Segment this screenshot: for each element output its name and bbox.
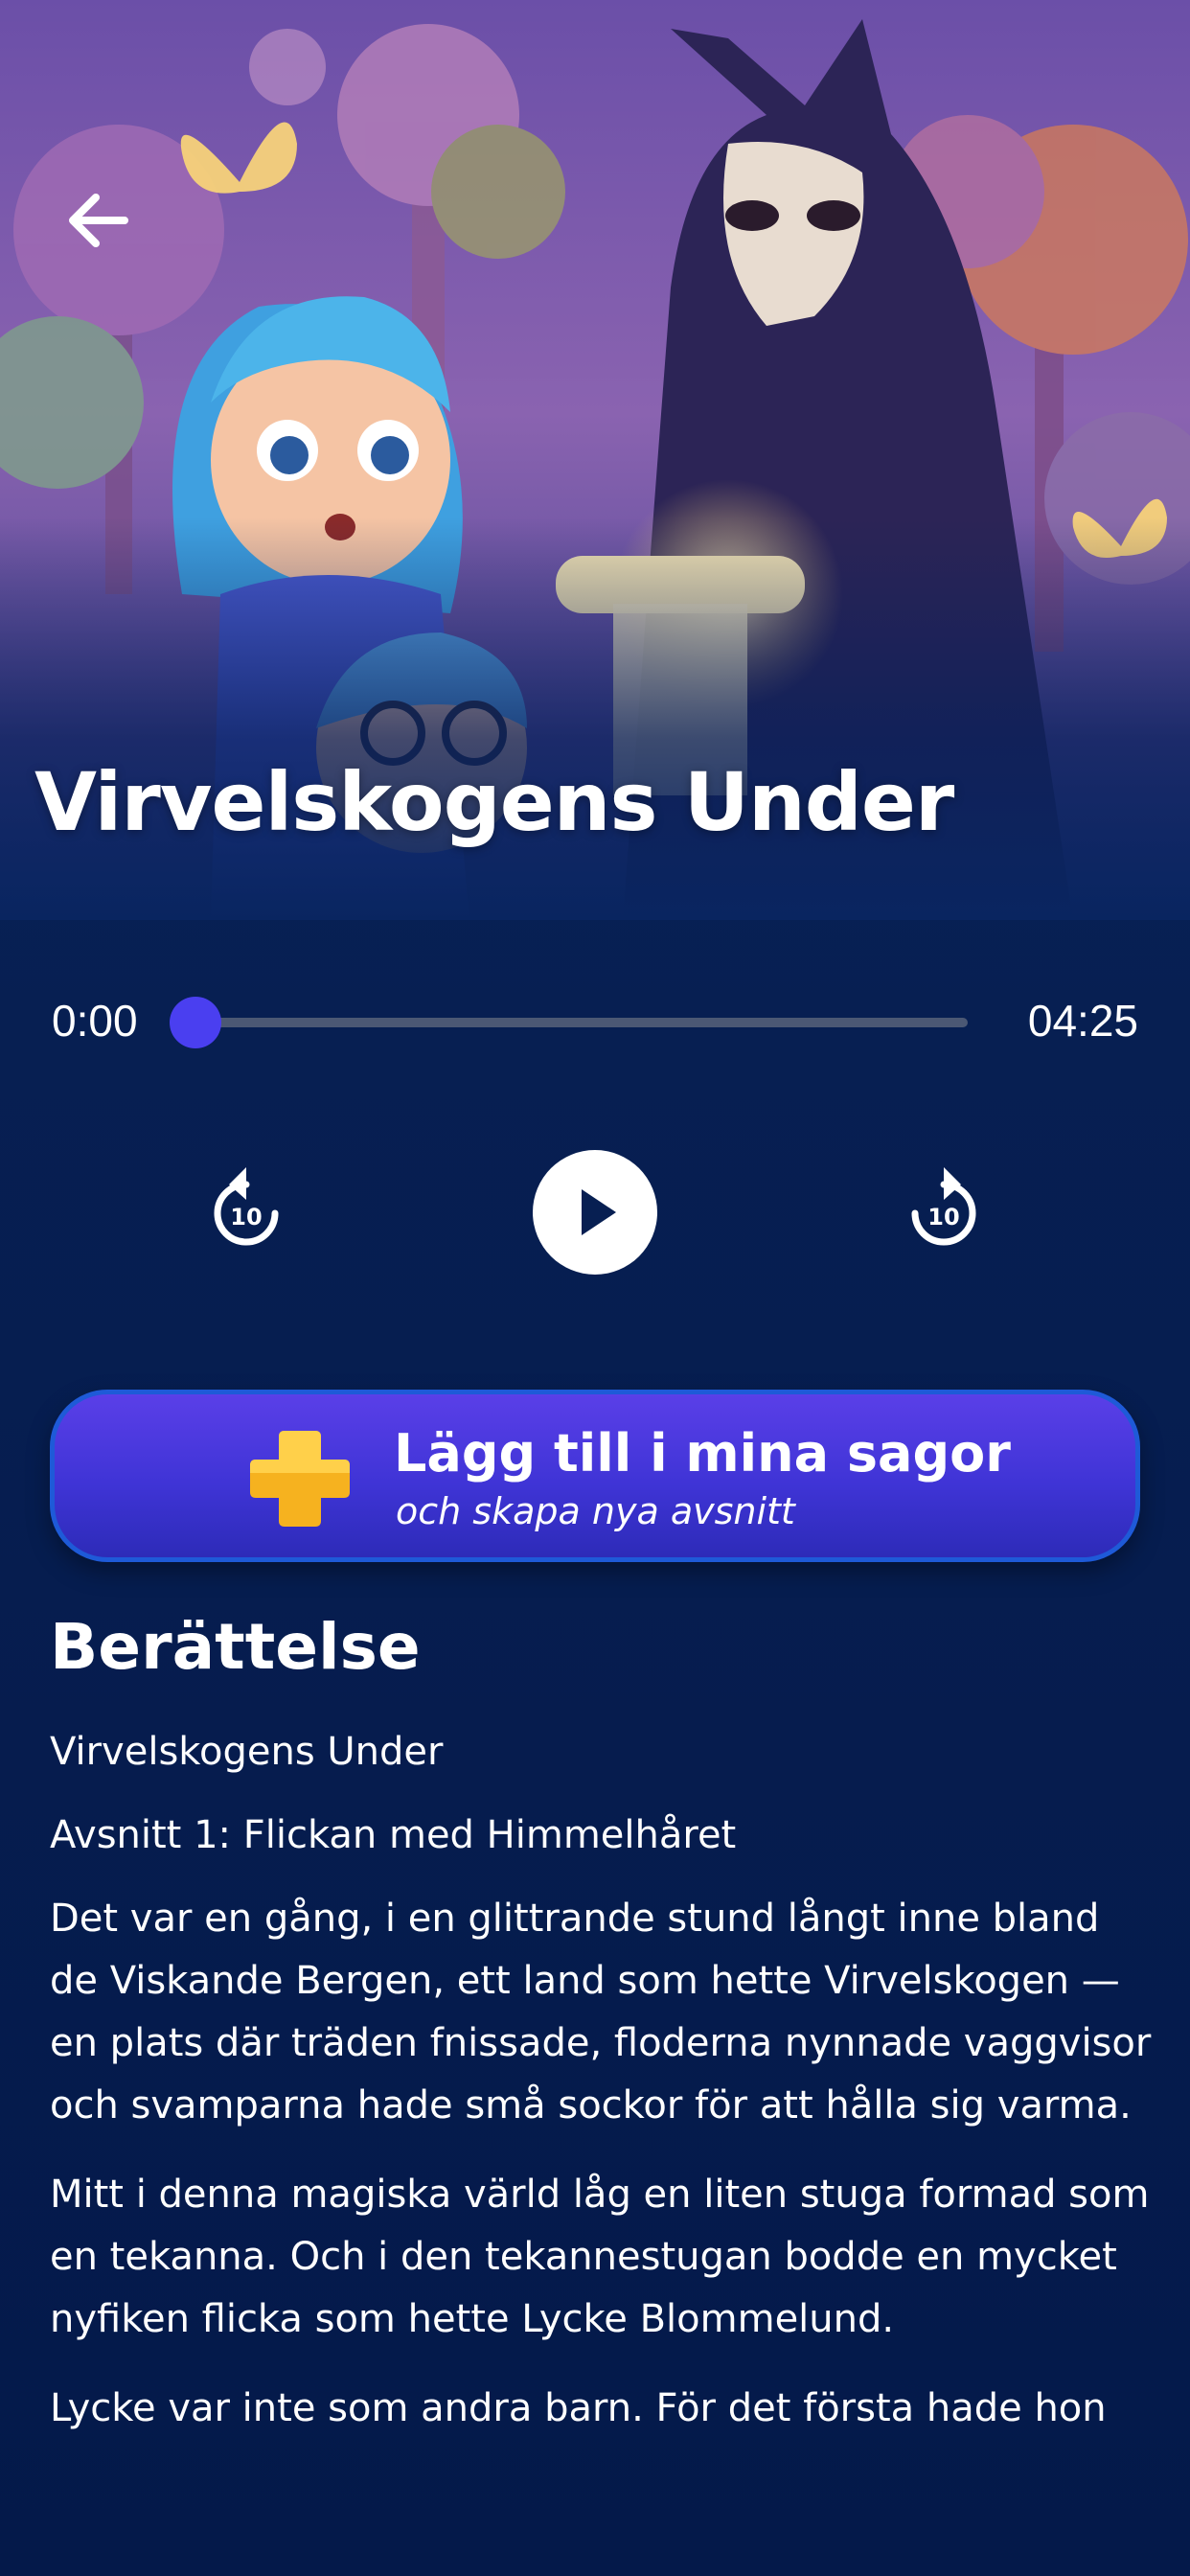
add-to-my-stories-button[interactable]: Lägg till i mina sagor och skapa nya avs… [50, 1390, 1140, 1562]
story-paragraph: Avsnitt 1: Flickan med Himmelhåret [50, 1813, 737, 1857]
progress-slider[interactable] [170, 997, 968, 1048]
replay-10-icon: 10 [214, 1167, 279, 1246]
progress-track [195, 1018, 968, 1027]
back-button[interactable] [50, 172, 146, 268]
rewind-10-button[interactable]: 10 [203, 1158, 289, 1254]
story-paragraph: Virvelskogens Under [50, 1730, 444, 1774]
arrow-left-icon [69, 194, 128, 247]
story-paragraph: Det var en gång, i en glittrande stund l… [50, 1897, 1152, 2128]
story-player-screen: Virvelskogens Under 0:00 04:25 10 10 Läg… [0, 0, 1190, 2576]
add-button-subtitle: och skapa nya avsnitt [396, 1490, 795, 1532]
story-text: Virvelskogens Under Avsnitt 1: Flickan m… [50, 1721, 1152, 2467]
current-time: 0:00 [52, 996, 138, 1046]
story-paragraph: Mitt i denna magiska värld låg en liten … [50, 2173, 1150, 2341]
progress-thumb[interactable] [170, 997, 221, 1048]
hero-gradient-overlay [0, 518, 1190, 920]
plus-icon [250, 1431, 350, 1527]
page-title: Virvelskogens Under [34, 755, 954, 849]
forward-seconds-label: 10 [927, 1204, 959, 1230]
story-paragraph: Lycke var inte som andra barn. För det f… [50, 2386, 1107, 2430]
story-heading: Berättelse [50, 1610, 421, 1684]
forward-10-icon: 10 [911, 1167, 976, 1246]
forward-10-button[interactable]: 10 [901, 1158, 987, 1254]
total-time: 04:25 [1027, 996, 1138, 1046]
play-button[interactable] [533, 1150, 657, 1275]
rewind-seconds-label: 10 [230, 1204, 262, 1230]
add-button-title: Lägg till i mina sagor [394, 1423, 1011, 1484]
play-icon [582, 1189, 616, 1235]
